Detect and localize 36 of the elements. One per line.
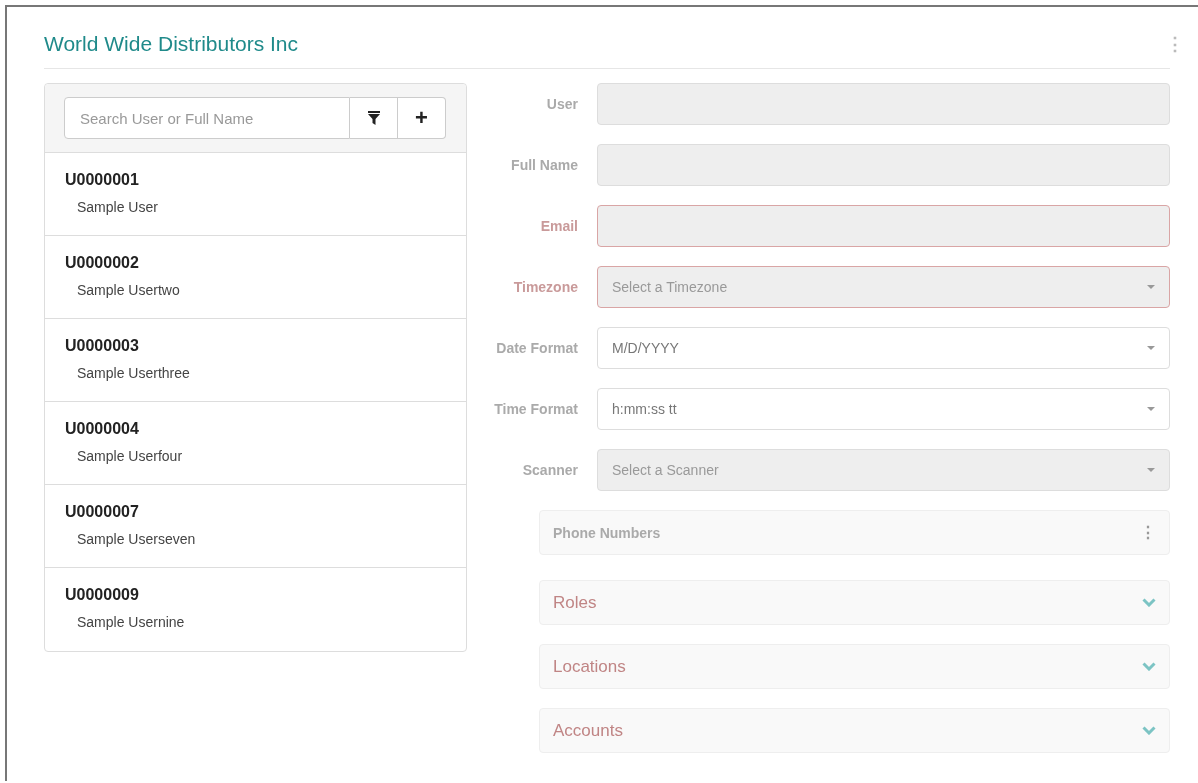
- filter-button[interactable]: [350, 97, 398, 139]
- field-label: Full Name: [510, 157, 579, 173]
- user-list-item[interactable]: U0000002 Sample Usertwo: [45, 236, 466, 319]
- field-label: Timezone: [512, 279, 579, 295]
- user-list-item[interactable]: U0000001 Sample User: [45, 153, 466, 236]
- caret-icon: [1147, 468, 1155, 472]
- search-field[interactable]: Search User or Full Name: [64, 97, 350, 139]
- user-list-item[interactable]: U0000009 Sample Usernine: [45, 568, 466, 651]
- field-label: User: [545, 96, 579, 112]
- panel-title: Roles: [553, 592, 597, 613]
- chevron-down-icon: [1142, 598, 1156, 607]
- panel-title: Phone Numbers: [553, 524, 661, 541]
- field-label: Time Format: [493, 401, 579, 417]
- caret-icon: [1147, 407, 1155, 411]
- collapsible-panel[interactable]: Locations: [539, 644, 1170, 689]
- collapsible-panel[interactable]: Roles: [539, 580, 1170, 625]
- caret-icon: [1147, 346, 1155, 350]
- caret-icon: [1147, 285, 1155, 289]
- dropdown-field[interactable]: M/D/YYYY: [597, 327, 1170, 369]
- field-label: Email: [539, 218, 579, 234]
- chevron-down-icon: [1142, 662, 1156, 671]
- filter-icon: [367, 111, 380, 125]
- user-list-item[interactable]: U0000004 Sample Userfour: [45, 402, 466, 485]
- field-label: Scanner: [521, 462, 579, 478]
- collapsible-panel[interactable]: Phone Numbers ⋮: [539, 510, 1170, 555]
- add-button[interactable]: +: [398, 97, 446, 139]
- collapsible-panel[interactable]: Accounts: [539, 708, 1170, 753]
- panel-title: Locations: [553, 656, 626, 677]
- menu-icon[interactable]: ⋮: [1140, 523, 1156, 542]
- user-list-item[interactable]: U0000003 Sample Userthree: [45, 319, 466, 402]
- chevron-down-icon: [1142, 726, 1156, 735]
- dropdown-field[interactable]: h:mm:ss tt: [597, 388, 1170, 430]
- panel-title: Accounts: [553, 720, 623, 741]
- field-label: Date Format: [495, 340, 579, 356]
- user-list-item[interactable]: U0000007 Sample Userseven: [45, 485, 466, 568]
- app-title: World Wide Distributors Inc: [44, 31, 298, 56]
